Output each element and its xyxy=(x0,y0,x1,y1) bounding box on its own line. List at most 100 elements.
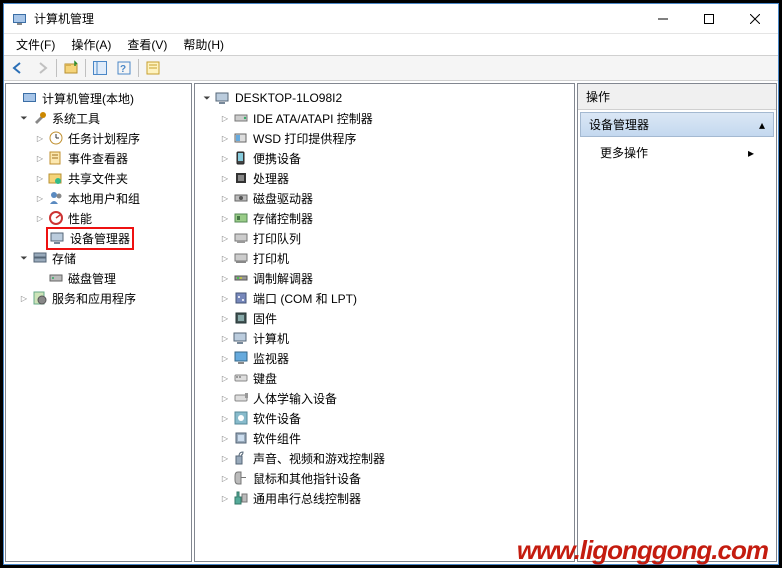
device-category-label: 软件组件 xyxy=(253,430,301,447)
device-category-label: 处理器 xyxy=(253,170,289,187)
device-category[interactable]: 处理器 xyxy=(195,168,574,188)
device-category-icon xyxy=(233,270,249,286)
device-category[interactable]: 存储控制器 xyxy=(195,208,574,228)
close-button[interactable] xyxy=(732,4,778,34)
tree-system-tools[interactable]: 系统工具 xyxy=(6,108,191,128)
device-category[interactable]: 调制解调器 xyxy=(195,268,574,288)
device-category[interactable]: 磁盘驱动器 xyxy=(195,188,574,208)
device-category[interactable]: 通用串行总线控制器 xyxy=(195,488,574,508)
users-icon xyxy=(48,190,64,206)
device-category-label: 键盘 xyxy=(253,370,277,387)
device-category-label: IDE ATA/ATAPI 控制器 xyxy=(253,110,373,127)
device-category-icon xyxy=(233,250,249,266)
device-category[interactable]: 便携设备 xyxy=(195,148,574,168)
tools-icon xyxy=(32,110,48,126)
device-tree-pane: DESKTOP-1LO98I2 IDE ATA/ATAPI 控制器WSD 打印提… xyxy=(194,83,575,562)
forward-button[interactable] xyxy=(30,57,54,79)
clock-icon xyxy=(48,130,64,146)
collapse-icon: ▴ xyxy=(759,118,765,132)
device-category-label: 声音、视频和游戏控制器 xyxy=(253,450,385,467)
tree-shared-folders[interactable]: 共享文件夹 xyxy=(6,168,191,188)
device-category-icon xyxy=(233,110,249,126)
device-category[interactable]: 鼠标和其他指针设备 xyxy=(195,468,574,488)
device-category[interactable]: 端口 (COM 和 LPT) xyxy=(195,288,574,308)
device-manager-icon xyxy=(50,230,66,246)
menu-help[interactable]: 帮助(H) xyxy=(175,34,232,55)
device-category[interactable]: 计算机 xyxy=(195,328,574,348)
navigation-tree-pane: 计算机管理(本地) 系统工具 任务计划程序 事件查看器 xyxy=(5,83,192,562)
tree-root[interactable]: 计算机管理(本地) xyxy=(6,88,191,108)
app-icon xyxy=(12,11,28,27)
device-category[interactable]: 打印机 xyxy=(195,248,574,268)
device-category[interactable]: 人体学输入设备 xyxy=(195,388,574,408)
device-category-label: 鼠标和其他指针设备 xyxy=(253,470,361,487)
device-category-label: 端口 (COM 和 LPT) xyxy=(253,290,357,307)
refresh-button[interactable]: ? xyxy=(112,57,136,79)
content-area: 计算机管理(本地) 系统工具 任务计划程序 事件查看器 xyxy=(4,81,778,564)
device-category-label: 磁盘驱动器 xyxy=(253,190,313,207)
toolbar: ? xyxy=(4,55,778,81)
device-category[interactable]: 监视器 xyxy=(195,348,574,368)
actions-pane: 操作 设备管理器 ▴ 更多操作 ▸ xyxy=(577,83,777,562)
device-category[interactable]: WSD 打印提供程序 xyxy=(195,128,574,148)
tree-event-viewer[interactable]: 事件查看器 xyxy=(6,148,191,168)
device-category-icon xyxy=(233,330,249,346)
device-category-label: 便携设备 xyxy=(253,150,301,167)
device-tree[interactable]: DESKTOP-1LO98I2 IDE ATA/ATAPI 控制器WSD 打印提… xyxy=(195,84,574,561)
device-category-icon xyxy=(233,230,249,246)
device-category-icon xyxy=(233,450,249,466)
up-button[interactable] xyxy=(59,57,83,79)
tree-local-users[interactable]: 本地用户和组 xyxy=(6,188,191,208)
menu-action[interactable]: 操作(A) xyxy=(63,34,119,55)
event-icon xyxy=(48,150,64,166)
maximize-button[interactable] xyxy=(686,4,732,34)
device-category-icon xyxy=(233,350,249,366)
shared-folder-icon xyxy=(48,170,64,186)
action-more[interactable]: 更多操作 ▸ xyxy=(578,139,776,166)
device-category-icon xyxy=(233,150,249,166)
tree-services-apps[interactable]: 服务和应用程序 xyxy=(6,288,191,308)
computer-icon xyxy=(215,90,231,106)
computer-management-window: 计算机管理 文件(F) 操作(A) 查看(V) 帮助(H) ? xyxy=(3,3,779,565)
tree-performance[interactable]: 性能 xyxy=(6,208,191,228)
device-category[interactable]: 软件设备 xyxy=(195,408,574,428)
separator xyxy=(138,59,139,77)
device-category[interactable]: 软件组件 xyxy=(195,428,574,448)
device-category-label: 打印队列 xyxy=(253,230,301,247)
disk-icon xyxy=(48,270,64,286)
device-category-label: 调制解调器 xyxy=(253,270,313,287)
device-category-icon xyxy=(233,190,249,206)
back-button[interactable] xyxy=(6,57,30,79)
device-category-label: 人体学输入设备 xyxy=(253,390,337,407)
tree-storage[interactable]: 存储 xyxy=(6,248,191,268)
device-category-label: 计算机 xyxy=(253,330,289,347)
navigation-tree[interactable]: 计算机管理(本地) 系统工具 任务计划程序 事件查看器 xyxy=(6,84,191,561)
storage-icon xyxy=(32,250,48,266)
device-category[interactable]: 声音、视频和游戏控制器 xyxy=(195,448,574,468)
chevron-right-icon: ▸ xyxy=(748,146,754,160)
device-category-label: 存储控制器 xyxy=(253,210,313,227)
computer-mgmt-icon xyxy=(22,90,38,106)
tree-disk-mgmt[interactable]: 磁盘管理 xyxy=(6,268,191,288)
device-category[interactable]: 固件 xyxy=(195,308,574,328)
tree-device-manager[interactable]: 设备管理器 xyxy=(6,228,191,248)
menu-view[interactable]: 查看(V) xyxy=(119,34,175,55)
minimize-button[interactable] xyxy=(640,4,686,34)
device-category-icon xyxy=(233,210,249,226)
view-button-1[interactable] xyxy=(88,57,112,79)
device-root[interactable]: DESKTOP-1LO98I2 xyxy=(195,88,574,108)
properties-button[interactable] xyxy=(141,57,165,79)
services-icon xyxy=(32,290,48,306)
tree-task-scheduler[interactable]: 任务计划程序 xyxy=(6,128,191,148)
menu-file[interactable]: 文件(F) xyxy=(8,34,63,55)
device-category-icon xyxy=(233,410,249,426)
device-category[interactable]: 键盘 xyxy=(195,368,574,388)
window-controls xyxy=(640,4,778,34)
device-category-label: 打印机 xyxy=(253,250,289,267)
actions-section-device-manager[interactable]: 设备管理器 ▴ xyxy=(580,112,774,137)
device-category-label: 软件设备 xyxy=(253,410,301,427)
device-category[interactable]: 打印队列 xyxy=(195,228,574,248)
device-category-icon xyxy=(233,310,249,326)
actions-header: 操作 xyxy=(578,84,776,110)
device-category[interactable]: IDE ATA/ATAPI 控制器 xyxy=(195,108,574,128)
